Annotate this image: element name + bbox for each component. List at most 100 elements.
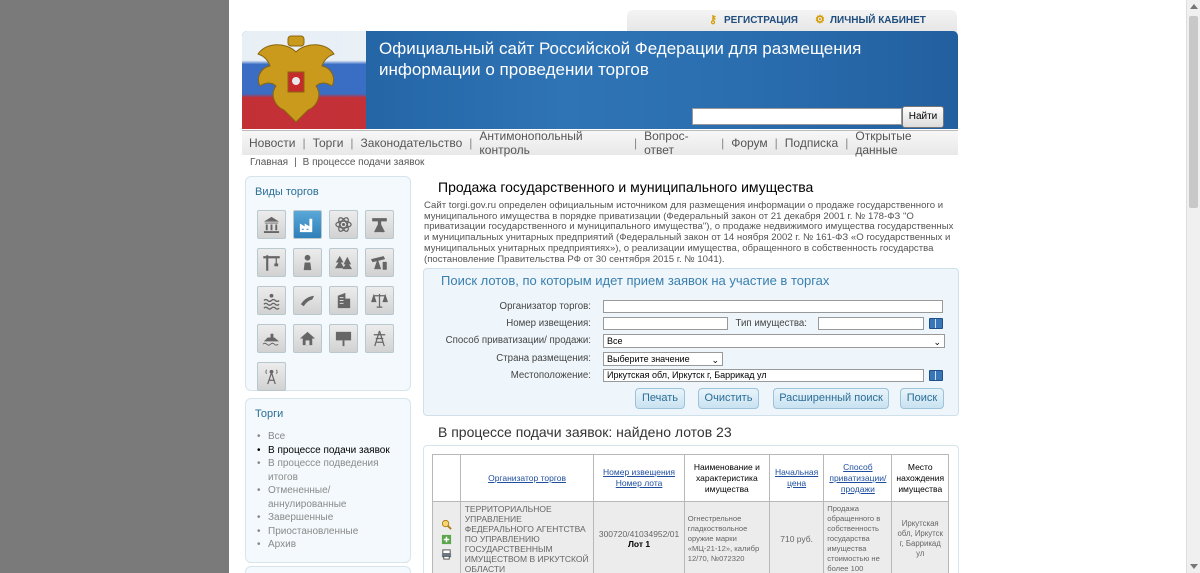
results-heading: В процессе подачи заявок: найдено лотов … <box>438 424 732 440</box>
vertical-scrollbar[interactable] <box>1186 0 1200 573</box>
row-location: Иркутская обл, Иркутск г, Баррикад ул <box>891 501 949 573</box>
billboard-icon[interactable] <box>329 324 358 353</box>
location-book-icon[interactable] <box>929 370 943 381</box>
fishing-icon[interactable] <box>293 286 322 315</box>
oil-pump-icon[interactable] <box>365 248 394 277</box>
auction-types-title: Виды торгов <box>255 186 319 198</box>
person-icon[interactable] <box>293 248 322 277</box>
crane-icon[interactable] <box>257 248 286 277</box>
intro-text: Сайт torgi.gov.ru определен официальным … <box>424 200 954 265</box>
main-nav: Новости | Торги | Законодательство | Антимо… <box>242 129 958 157</box>
user-key-icon: ⚙ <box>815 14 825 26</box>
torgi-item-summarizing[interactable]: В процессе подведения итогов <box>256 457 406 484</box>
table-header-row: Организатор торгов Номер извещения Номер … <box>432 454 949 502</box>
atom-icon[interactable] <box>329 210 358 239</box>
results-table: Организатор торгов Номер извещения Номер … <box>432 454 949 573</box>
torgi-list: Все В процессе подачи заявок В процессе … <box>256 430 406 552</box>
forest-icon[interactable] <box>329 248 358 277</box>
breadcrumb-current: В процессе подачи заявок <box>302 157 425 168</box>
row-name: Огнестрельное гладкоствольное оружие мар… <box>683 501 771 573</box>
scroll-down-icon[interactable] <box>1190 564 1198 569</box>
sidebar-torgi: Торги Все В процессе подачи заявок В про… <box>245 398 411 563</box>
clear-button[interactable]: Очистить <box>698 388 759 409</box>
organizer-input[interactable] <box>603 300 943 313</box>
notice-number-label: Номер извещения: <box>506 318 591 329</box>
scroll-up-icon[interactable] <box>1190 4 1198 9</box>
nav-subscription[interactable]: Подписка <box>778 136 845 150</box>
print-icon[interactable] <box>441 548 452 560</box>
torgi-item-completed[interactable]: Завершенные <box>256 511 406 525</box>
property-type-label: Тип имущества: <box>735 318 807 329</box>
row-price: 710 руб. <box>768 501 825 573</box>
property-type-input[interactable] <box>818 317 924 330</box>
breadcrumb-home[interactable]: Главная <box>250 157 288 168</box>
row-actions <box>432 501 461 573</box>
notice-header[interactable]: Номер извещения Номер лота <box>593 454 685 502</box>
nav-news[interactable]: Новости <box>242 136 302 150</box>
coat-of-arms-icon <box>257 35 335 123</box>
nav-open-data[interactable]: Открытые данные <box>848 129 958 157</box>
sidebar-box-partial <box>245 566 411 573</box>
property-type-book-icon[interactable] <box>929 318 943 329</box>
scroll-thumb[interactable] <box>1189 16 1198 208</box>
print-button[interactable]: Печать <box>635 388 685 409</box>
cabinet-link[interactable]: ⚙ ЛИЧНЫЙ КАБИНЕТ <box>815 14 926 27</box>
torgi-item-suspended[interactable]: Приостановленные <box>256 525 406 539</box>
location-input[interactable]: Иркутская обл, Иркутск г, Баррикад ул <box>603 369 924 382</box>
magnifier-icon[interactable] <box>441 519 452 530</box>
torgi-item-all[interactable]: Все <box>256 430 406 444</box>
location-header: Место нахождения имущества <box>891 454 949 502</box>
nav-faq[interactable]: Вопрос-ответ <box>637 129 721 157</box>
lot-search-form: Поиск лотов, по которым идет прием заяво… <box>423 268 959 416</box>
nav-forum[interactable]: Форум <box>724 136 774 150</box>
scales-icon[interactable] <box>365 286 394 315</box>
building-icon[interactable] <box>329 286 358 315</box>
bank-icon[interactable] <box>257 210 286 239</box>
page-title: Продажа государственного и муниципальног… <box>438 179 814 195</box>
organizer-header[interactable]: Организатор торгов <box>459 454 595 502</box>
search-form-title: Поиск лотов, по которым идет прием заяво… <box>441 273 830 288</box>
table-row[interactable]: ТЕРРИТОРИАЛЬНОЕ УПРАВЛЕНИЕ ФЕДЕРАЛЬНОГО … <box>432 501 949 573</box>
auction-type-icons <box>257 210 397 391</box>
add-to-favorites-icon[interactable] <box>441 534 452 545</box>
nav-legislation[interactable]: Законодательство <box>354 136 470 150</box>
search-button[interactable]: Поиск <box>900 388 944 409</box>
torgi-item-cancelled[interactable]: Отмененные/ аннулированные <box>256 484 406 511</box>
register-link[interactable]: ⚷ РЕГИСТРАЦИЯ <box>709 14 798 27</box>
chevron-down-icon: ⌄ <box>933 337 941 347</box>
actions-header <box>432 454 461 502</box>
site-search-button[interactable]: Найти <box>902 106 944 128</box>
organizer-label: Организатор торгов: <box>499 301 591 312</box>
price-header[interactable]: Начальная цена <box>768 454 825 502</box>
factory-icon[interactable] <box>293 210 322 239</box>
key-icon: ⚷ <box>709 14 718 26</box>
jet-ski-icon[interactable] <box>257 324 286 353</box>
nav-antimonopoly[interactable]: Антимонопольный контроль <box>472 129 634 157</box>
sidebar-auction-types: Виды торгов <box>245 176 411 391</box>
country-select[interactable]: Выберите значение ⌄ <box>603 352 723 366</box>
nav-torgi[interactable]: Торги <box>306 136 351 150</box>
location-label: Местоположение: <box>510 370 591 381</box>
results-panel: Организатор торгов Номер извещения Номер … <box>423 445 959 573</box>
power-line-icon[interactable] <box>365 324 394 353</box>
torgi-item-accepting[interactable]: В процессе подачи заявок <box>256 444 406 458</box>
chevron-down-icon: ⌄ <box>711 355 719 365</box>
radio-tower-icon[interactable] <box>257 362 286 391</box>
water-icon[interactable] <box>257 286 286 315</box>
notice-number-input[interactable] <box>603 317 728 330</box>
advanced-search-button[interactable]: Расширенный поиск <box>773 388 889 409</box>
method-header[interactable]: Способ приватизации/ продажи <box>823 454 893 502</box>
privatization-method-select[interactable]: Все ⌄ <box>603 334 945 348</box>
top-links-bar: ⚷ РЕГИСТРАЦИЯ ⚙ ЛИЧНЫЙ КАБИНЕТ <box>627 10 957 32</box>
drilling-rig-icon[interactable] <box>365 210 394 239</box>
country-label: Страна размещения: <box>496 353 591 364</box>
house-icon[interactable] <box>293 324 322 353</box>
torgi-item-archive[interactable]: Архив <box>256 538 406 552</box>
row-method: Продажа обращенного в собственность госу… <box>823 501 893 573</box>
row-notice: 300720/41034952/01 Лот 1 <box>593 501 685 573</box>
name-header: Наименование и характеристика имущества <box>683 454 771 502</box>
page: ⚷ РЕГИСТРАЦИЯ ⚙ ЛИЧНЫЙ КАБИНЕТ Официальн… <box>229 0 1186 573</box>
site-search-input[interactable] <box>692 108 902 125</box>
site-title: Официальный сайт Российской Федерации дл… <box>379 39 862 79</box>
torgi-title: Торги <box>255 408 284 420</box>
